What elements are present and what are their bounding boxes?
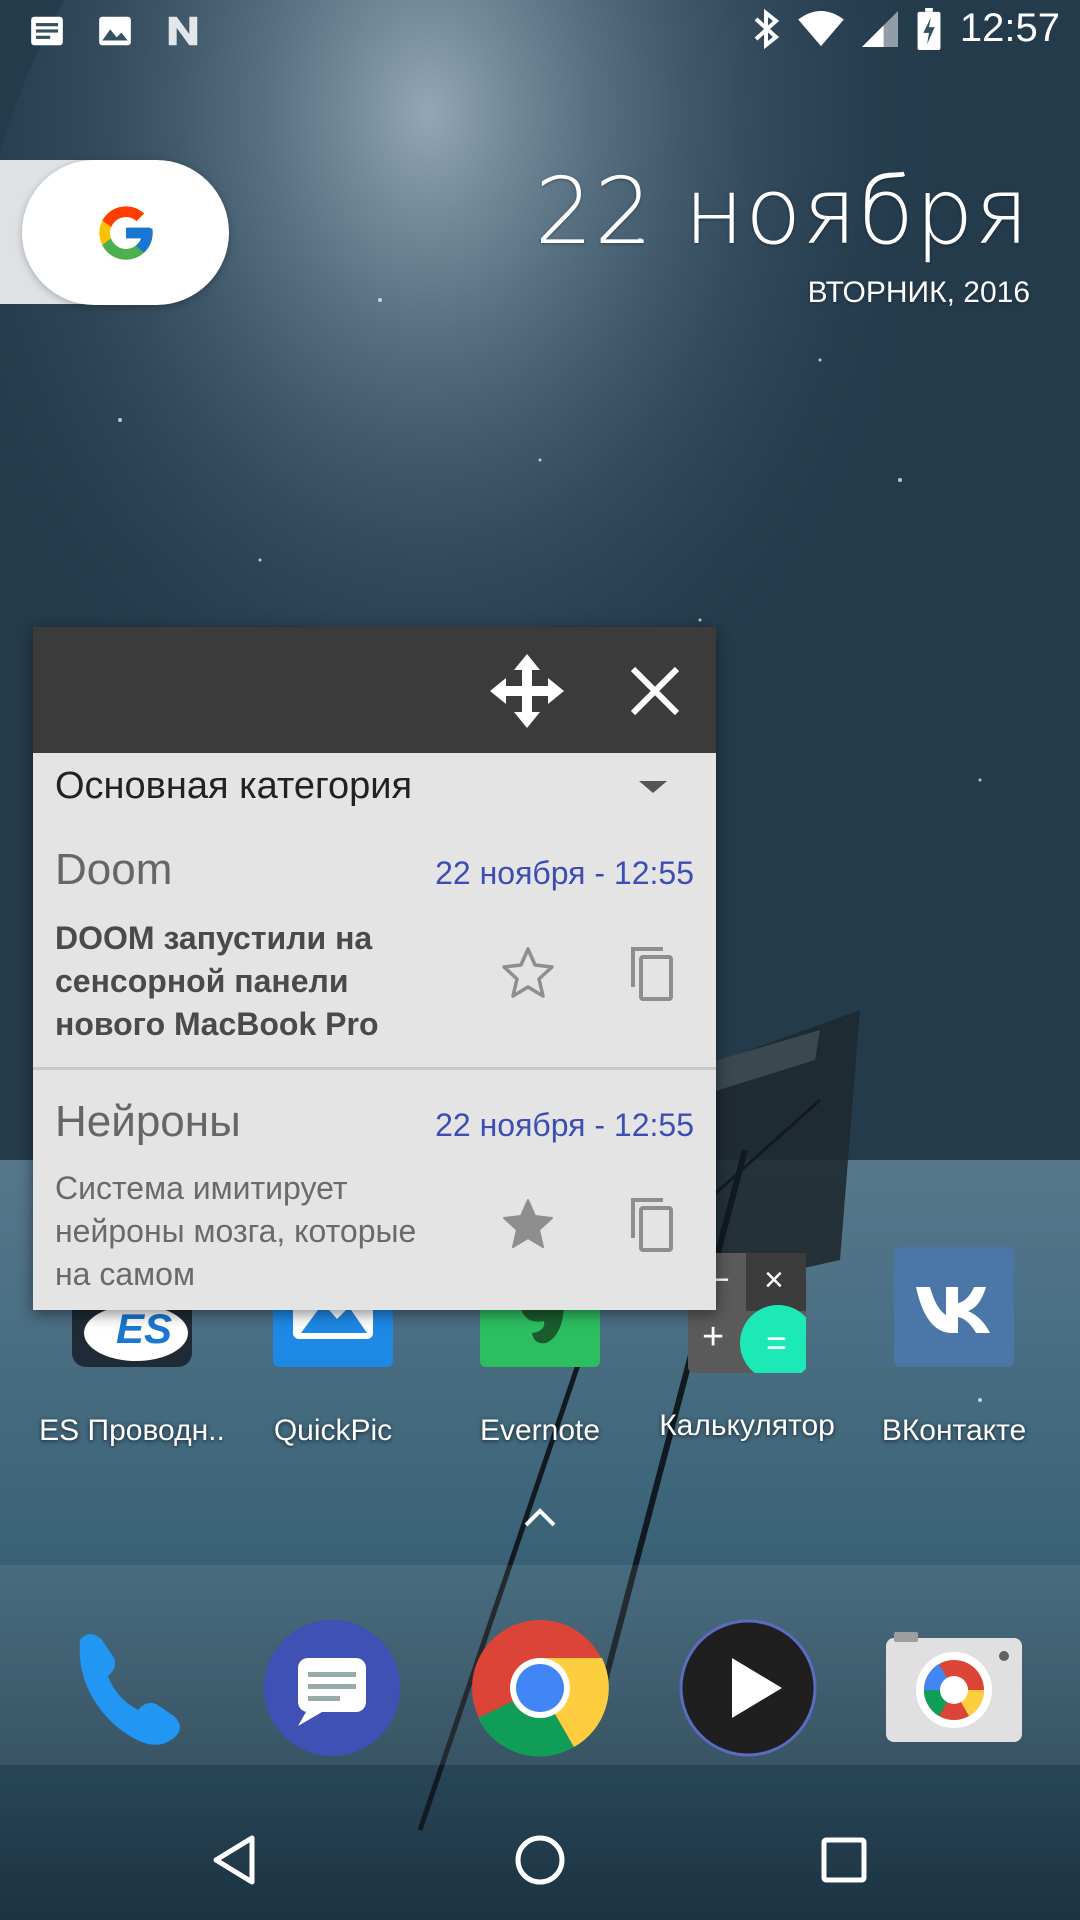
app-label: QuickPic bbox=[273, 1414, 393, 1447]
copy-icon[interactable] bbox=[625, 1194, 677, 1254]
google-logo-icon bbox=[98, 205, 153, 260]
calc-times: × bbox=[764, 1261, 784, 1299]
svg-text:ES: ES bbox=[116, 1305, 172, 1352]
vk-icon bbox=[894, 1247, 1014, 1367]
chevron-down-icon[interactable] bbox=[639, 781, 667, 793]
star-outline-icon[interactable] bbox=[498, 943, 558, 1003]
notes-widget: Основная категория Doom 22 ноября - 12:5… bbox=[33, 627, 716, 1310]
back-icon[interactable] bbox=[206, 1830, 266, 1890]
recents-icon[interactable] bbox=[814, 1830, 874, 1890]
app-vk[interactable]: ВКонтакте bbox=[854, 1245, 1054, 1448]
notification-text-icon bbox=[31, 16, 63, 46]
star-filled-icon[interactable] bbox=[498, 1194, 558, 1254]
note-body[interactable]: DOOM запустили на сенсорной панели новог… bbox=[55, 917, 455, 1046]
bluetooth-icon bbox=[754, 8, 779, 49]
copy-icon[interactable] bbox=[625, 943, 677, 1003]
image-icon bbox=[99, 16, 131, 46]
close-icon[interactable] bbox=[625, 661, 685, 721]
calc-plus: + bbox=[702, 1316, 724, 1358]
calc-equals: = bbox=[766, 1322, 787, 1363]
app-label: Калькулятор bbox=[659, 1409, 835, 1442]
app-drawer-chevron-icon[interactable] bbox=[522, 1505, 558, 1529]
app-label: ES Проводн.. bbox=[39, 1414, 225, 1447]
move-icon[interactable] bbox=[488, 652, 566, 730]
n-icon bbox=[168, 16, 198, 46]
note-date: 22 ноября - 12:55 bbox=[435, 855, 694, 891]
chrome-icon[interactable] bbox=[470, 1618, 610, 1758]
battery-charging-icon bbox=[917, 7, 941, 50]
note-date: 22 ноября - 12:55 bbox=[435, 1107, 694, 1143]
note-title[interactable]: Нейроны bbox=[55, 1097, 241, 1147]
wifi-icon bbox=[798, 10, 844, 46]
note-body[interactable]: Система имитирует нейроны мозга, которые… bbox=[55, 1167, 455, 1296]
home-icon[interactable] bbox=[510, 1830, 570, 1890]
signal-icon bbox=[861, 10, 898, 47]
notes-widget-header[interactable] bbox=[33, 627, 716, 753]
google-search-button[interactable] bbox=[22, 160, 229, 305]
messages-icon[interactable] bbox=[262, 1618, 402, 1758]
date-widget-date[interactable]: 22 ноября bbox=[535, 158, 1030, 265]
note-title[interactable]: Doom bbox=[55, 845, 172, 895]
note-divider bbox=[33, 1067, 716, 1070]
app-label: Evernote bbox=[479, 1414, 601, 1447]
play-music-icon[interactable] bbox=[678, 1618, 818, 1758]
category-dropdown-label[interactable]: Основная категория bbox=[55, 765, 412, 808]
status-bar: 12:57 bbox=[0, 0, 1080, 64]
camera-icon[interactable] bbox=[884, 1618, 1024, 1758]
clock: 12:57 bbox=[959, 6, 1060, 50]
date-widget-weekday: ВТОРНИК, 2016 bbox=[807, 276, 1030, 309]
phone-icon[interactable] bbox=[56, 1618, 196, 1758]
app-label: ВКонтакте bbox=[881, 1414, 1027, 1447]
